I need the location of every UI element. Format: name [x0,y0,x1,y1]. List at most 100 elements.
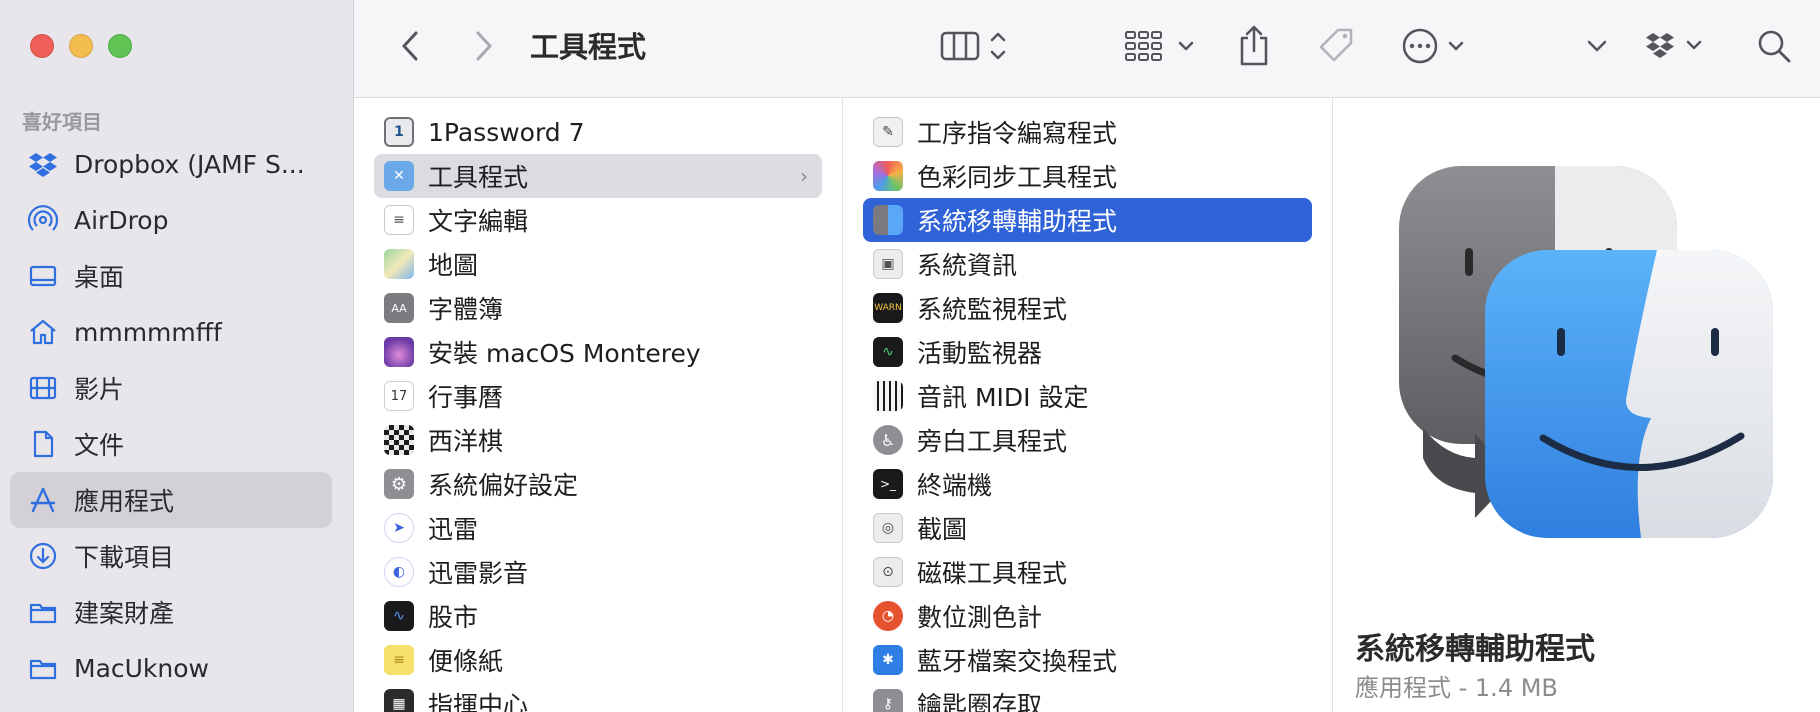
zoom-button[interactable] [108,34,132,58]
list-item[interactable]: ∿ 股市 [374,594,822,638]
sidebar-item-dropbox[interactable]: Dropbox (JAMF S... [10,136,332,192]
tags-button[interactable] [1314,26,1358,66]
action-button[interactable] [1400,26,1472,66]
stocks-icon: ∿ [384,601,414,631]
sidebar-section-favorites: 喜好項目 [22,110,102,134]
toolbar: 工具程式 [354,0,1820,98]
chevron-right-icon [476,31,492,61]
downloads-icon [26,539,60,573]
minimize-button[interactable] [69,34,93,58]
list-item[interactable]: ✱ 藍牙檔案交換程式 [863,638,1312,682]
keychain-icon: ⚷ [873,689,903,712]
view-mode-button[interactable] [940,26,1020,66]
sidebar-list: Dropbox (JAMF S... AirDrop 桌面 mmmmmfff 影… [10,136,332,696]
system-preferences-icon: ⚙ [384,469,414,499]
columns-view-icon [940,31,1006,61]
sidebar-item-label: 桌面 [74,263,125,292]
list-item[interactable]: ▦ 指揮中心 [374,682,822,712]
list-item[interactable]: AA 字體簿 [374,286,822,330]
font-book-icon: AA [384,293,414,323]
share-icon [1240,25,1268,66]
list-item[interactable]: ∿ 活動監視器 [863,330,1312,374]
colorsync-icon [873,161,903,191]
share-button[interactable] [1234,22,1274,70]
1password-icon: 1 [384,117,414,147]
film-icon [26,371,60,405]
sidebar-item-home[interactable]: mmmmmfff [10,304,332,360]
list-item[interactable]: ⚙ 系統偏好設定 [374,462,822,506]
sidebar-item-label: 建案財產 [74,599,175,628]
voiceover-utility-icon: ♿ [873,425,903,455]
home-icon [26,315,60,349]
chevron-left-icon [402,31,418,61]
sidebar-item-label: 下載項目 [74,543,175,572]
install-macos-icon [384,337,414,367]
list-item[interactable]: ≡ 文字編輯 [374,198,822,242]
digital-color-meter-icon: ◔ [873,601,903,631]
sidebar-item-airdrop[interactable]: AirDrop [10,192,332,248]
audio-midi-icon [873,381,903,411]
list-item[interactable]: 17 行事曆 [374,374,822,418]
window-title: 工具程式 [530,30,647,64]
list-item[interactable]: ◐ 迅雷影音 [374,550,822,594]
list-item[interactable]: ⊙ 磁碟工具程式 [863,550,1312,594]
screenshot-icon: ◎ [873,513,903,543]
dropbox-button[interactable] [1644,26,1710,66]
list-item[interactable]: ✕ 工具程式 › [374,154,822,198]
sidebar-item-label: MacUknow [74,653,209,683]
console-icon: WARN [873,293,903,323]
list-item[interactable]: 地圖 [374,242,822,286]
group-button[interactable] [1124,26,1200,66]
list-item[interactable]: ◔ 數位測色計 [863,594,1312,638]
list-item[interactable]: ≡ 便條紙 [374,638,822,682]
search-button[interactable] [1752,26,1796,66]
sidebar-item-folder-2[interactable]: MacUknow [10,640,332,696]
list-item[interactable]: ♿ 旁白工具程式 [863,418,1312,462]
column-utilities: ✎ 工序指令編寫程式 色彩同步工具程式 系統移轉輔助程式 ▣ 系統資訊 WARN 系統… [843,98,1333,712]
list-item[interactable]: >_ 終端機 [863,462,1312,506]
overflow-button[interactable] [1582,26,1612,66]
sidebar-item-label: AirDrop [74,205,169,235]
chess-icon [384,425,414,455]
list-item[interactable]: 系統移轉輔助程式 [863,198,1312,242]
list-item[interactable]: 1 1Password 7 [374,110,822,154]
close-button[interactable] [30,34,54,58]
list-item[interactable]: 色彩同步工具程式 [863,154,1312,198]
list-item[interactable]: ➤ 迅雷 [374,506,822,550]
list-item[interactable]: ◎ 截圖 [863,506,1312,550]
column-applications: 1 1Password 7 ✕ 工具程式 › ≡ 文字編輯 地圖 AA 字體簿 安裝 ma… [354,98,843,712]
list-item[interactable]: 音訊 MIDI 設定 [863,374,1312,418]
window-controls [30,34,132,58]
airdrop-icon [26,203,60,237]
disk-utility-icon: ⊙ [873,557,903,587]
sidebar-item-applications[interactable]: 應用程式 [10,472,332,528]
maps-icon [384,249,414,279]
chevron-right-icon: › [800,164,808,188]
system-information-icon: ▣ [873,249,903,279]
list-item[interactable]: ⚷ 鑰匙圈存取 [863,682,1312,712]
sidebar-item-downloads[interactable]: 下載項目 [10,528,332,584]
dropbox-icon [26,147,60,181]
list-item[interactable]: 安裝 macOS Monterey [374,330,822,374]
search-icon [1758,30,1791,63]
applications-icon [26,483,60,517]
sidebar-item-documents[interactable]: 文件 [10,416,332,472]
thunder-player-icon: ◐ [384,557,414,587]
migration-assistant-icon [873,205,903,235]
sidebar-item-folder-1[interactable]: 建案財產 [10,584,332,640]
sidebar-item-desktop[interactable]: 桌面 [10,248,332,304]
folder-icon [26,651,60,685]
list-item[interactable]: 西洋棋 [374,418,822,462]
back-button[interactable] [390,26,430,66]
activity-monitor-icon: ∿ [873,337,903,367]
dropbox-icon [1646,33,1702,58]
sidebar-item-label: 文件 [74,431,125,460]
preview-metadata: 應用程式 - 1.4 MB [1355,674,1558,702]
list-item[interactable]: ✎ 工序指令編寫程式 [863,110,1312,154]
list-item[interactable]: WARN 系統監視程式 [863,286,1312,330]
list-item[interactable]: ▣ 系統資訊 [863,242,1312,286]
utilities-folder-icon: ✕ [384,161,414,191]
grid-icon [1125,31,1194,61]
sidebar-item-movies[interactable]: 影片 [10,360,332,416]
forward-button[interactable] [464,26,504,66]
